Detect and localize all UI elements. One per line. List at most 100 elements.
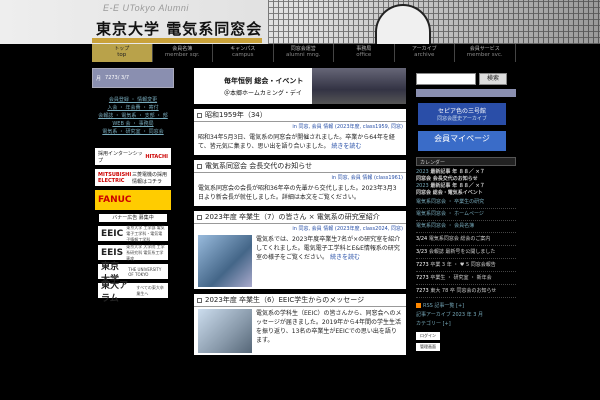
nav-top[interactable]: トップ top — [92, 44, 153, 62]
sepia-archive-banner[interactable]: セピア色の三号館 同窓会歴史アーカイブ — [418, 103, 506, 125]
recent-post-date: 2023 — [416, 183, 429, 189]
post-bullet-icon — [197, 112, 202, 118]
right-link[interactable]: 電気系同窓会 ・ ホームページ — [416, 209, 516, 221]
category-link[interactable]: カテゴリー [+] — [416, 320, 516, 329]
post-body: 昭和34年5月3日、電気系の同窓会が開催されました。卒業から64年を経て、皆元気… — [194, 131, 406, 155]
building-illustration — [268, 0, 600, 44]
nav-sub-label: alumni mng. — [285, 52, 321, 58]
post: 昭和1959年（34） in 同窓, 会員 情報 (2023年度, class1… — [194, 109, 406, 155]
left-link[interactable]: 入会 ・ 年会費 ・ 寄付 — [94, 104, 172, 112]
post-body: 電気系では、2023年度卒業生7名が×の研究室を紹介してくれました。電気電子工学… — [256, 235, 402, 287]
header-subtitle: E-E UTokyo Alumni — [103, 3, 189, 13]
mitsubishi-banner[interactable]: MITSUBISHI ELECTRIC 三菱電機の採用情報はコチラ — [95, 169, 171, 186]
post-meta[interactable]: in 同窓, 会員 情報 (2023年度, class1959, 同窓) — [194, 122, 406, 131]
event-photo — [312, 68, 406, 104]
nav-archive[interactable]: アーカイブ archive — [395, 44, 455, 62]
news-item[interactable]: 7273 東大 78 卒 同窓会のお知らせ — [416, 285, 516, 298]
logo-sub: すべての東大卒業生へ — [136, 284, 164, 296]
news-date: 3/23 — [416, 249, 428, 255]
fanuc-banner[interactable]: FANUC — [95, 190, 171, 210]
post-title-text: 2023年度 卒業生（7）の皆さん × 電気系の研究室紹介 — [205, 213, 380, 221]
recent-post-item[interactable]: 同窓会 会長交代のお知らせ — [416, 176, 516, 183]
left-link[interactable]: 会員登録 ・ 情報変更 — [94, 96, 172, 104]
right-link[interactable]: 電気系同窓会 ・ 卒業生の研究 — [416, 197, 516, 209]
logo-name: EEIC — [101, 228, 124, 239]
hitachi-banner[interactable]: 採用インターンシップ HITACHI — [95, 148, 171, 165]
post-meta[interactable]: in 同窓, 会員 情報 (class1961) — [194, 173, 406, 182]
left-link[interactable]: WEB 会 ・ 事務局 — [94, 120, 172, 128]
eeic-logo-link[interactable]: EEIC 東京大学 工学部 電気電子工学科・電気電子情報工学科 — [98, 224, 168, 242]
post-thumbnail[interactable] — [198, 235, 252, 287]
post-title[interactable]: 2023年度 卒業生（7）の皆さん × 電気系の研究室紹介 — [194, 211, 406, 224]
recent-post-text: 同窓会 総会・電気系イベント — [416, 190, 483, 196]
logo-sub: 東京大学 工学部 電気電子工学科・電気電子情報工学科 — [126, 224, 165, 242]
nav-campus[interactable]: キャンパス campus — [213, 44, 274, 62]
nav-sub-label: campus — [231, 52, 254, 58]
member-mypage-banner[interactable]: 会員マイページ — [418, 131, 506, 151]
post-bullet-icon — [197, 297, 202, 303]
recent-post-item[interactable]: 2023 最新記事 年 ８８／ ×７ — [416, 183, 516, 190]
news-item[interactable]: 3/23 会報誌 最新号を公開しました — [416, 246, 516, 259]
nav-label: トップ — [114, 46, 130, 52]
news-item[interactable]: 7273 卒業生 ・ 研究室 ・ 新年会 — [416, 272, 516, 285]
right-link[interactable]: 電気系同窓会 ・ 会員名簿 — [416, 221, 516, 233]
post-body: 電気系の学科生（EEIC）の皆さんから、同窓会へのメッセージが届きました。201… — [256, 310, 402, 344]
event-banner[interactable]: 毎年恒例 総会・イベント ＠本郷ホームカミング・デイ — [194, 68, 406, 104]
news-text: 卒業生 ・ 研究室 ・ 新年会 — [430, 275, 492, 281]
site-title[interactable]: 東京大学 電気系同窓会 — [96, 18, 262, 39]
rss-link[interactable]: RSS 記事一覧 [+] — [416, 302, 516, 311]
recent-post-date: 2023 — [416, 169, 429, 175]
recent-post-item[interactable]: 同窓会 総会・電気系イベント — [416, 190, 516, 197]
nav-label: 同窓会運営 — [290, 46, 316, 52]
login-widget[interactable]: ログイン — [416, 332, 440, 340]
left-links: 会員登録 ・ 情報変更 入会 ・ 年会費 ・ 寄付 会報誌 ・ 電気系 ・ 支部… — [92, 88, 174, 144]
nav-alumni-mng[interactable]: 同窓会運営 alumni mng. — [274, 44, 334, 62]
right-divider-bar — [416, 89, 516, 97]
search-button[interactable]: 検索 — [479, 73, 507, 85]
right-sidebar: 検索 セピア色の三号館 同窓会歴史アーカイブ 会員マイページ カレンダー 202… — [416, 68, 516, 400]
calendar-heading: カレンダー — [416, 157, 516, 166]
search-input[interactable] — [416, 73, 476, 85]
news-date: 7273 — [416, 275, 429, 281]
post-title[interactable]: 電気系同窓会 会長交代のお知らせ — [194, 160, 406, 173]
recent-post-text: 最新記事 年 ８８／ ×７ — [430, 169, 485, 175]
rss-icon — [416, 303, 421, 308]
post-body: 電気系同窓会の会長が昭和36年卒の先輩から交代しました。2023年3月3日より新… — [198, 185, 397, 201]
logo-name: 東大アラム — [101, 280, 129, 304]
news-text: 卒業 3 年 ・ ♥ 5 同窓会報告 — [430, 262, 496, 268]
event-line2: ＠本郷ホームカミング・デイ — [224, 90, 302, 97]
archive-link[interactable]: 記事アーカイブ 2023 年 3 月 — [416, 311, 516, 320]
nav-member-svc[interactable]: 会員サービス member svc. — [455, 44, 516, 62]
recent-post-item[interactable]: 2023 最新記事 年 ８８／ ×７ — [416, 169, 516, 176]
news-list: 3/24 電気系同窓会 総会のご案内 3/23 会報誌 最新号を公開しました 7… — [416, 233, 516, 298]
post-title-text: 2023年度 卒業生（6）EEIC学生からのメッセージ — [205, 296, 365, 304]
nav-label: キャンパス — [230, 46, 256, 52]
event-line1: 毎年恒例 総会・イベント — [224, 77, 304, 85]
read-more-link[interactable]: 続きを読む — [330, 254, 360, 261]
news-item[interactable]: 3/24 電気系同窓会 総会のご案内 — [416, 233, 516, 246]
main-nav: トップ top 会員名簿 member sqr. キャンパス campus 同窓会運営… — [92, 44, 516, 62]
recent-posts: 2023 最新記事 年 ８８／ ×７ 同窓会 会長交代のお知らせ 2023 最新… — [416, 169, 516, 197]
admin-widget[interactable]: 管理画面 — [416, 343, 440, 351]
left-link[interactable]: 電気系 ・ 研究室 ・ 同窓会 — [94, 128, 172, 136]
news-item[interactable]: 7273 卒業 3 年 ・ ♥ 5 同窓会報告 — [416, 259, 516, 272]
left-date-bar: 月 7273/ 3/7 — [92, 68, 174, 88]
banner-main-text: セピア色の三号館 — [437, 108, 486, 115]
nav-member-sqr[interactable]: 会員名簿 member sqr. — [153, 44, 213, 62]
post-content-with-image: 電気系の学科生（EEIC）の皆さんから、同窓会へのメッセージが届きました。201… — [194, 307, 406, 355]
news-date: 7273 — [416, 262, 429, 268]
banner-ad-label[interactable]: バナー広告 募集中 — [99, 214, 167, 222]
read-more-link[interactable]: 続きを読む — [331, 143, 361, 150]
search-form: 検索 — [416, 73, 516, 85]
post-title[interactable]: 昭和1959年（34） — [194, 109, 406, 122]
banner-brand: MITSUBISHI ELECTRIC — [98, 171, 132, 184]
post-title[interactable]: 2023年度 卒業生（6）EEIC学生からのメッセージ — [194, 294, 406, 307]
todai-alumni-logo-link[interactable]: 東大アラム すべての東大卒業生へ — [98, 281, 168, 304]
post-thumbnail[interactable] — [198, 309, 252, 353]
nav-office[interactable]: 事務局 office — [334, 44, 395, 62]
left-bar-item: 7273/ 3/7 — [105, 75, 130, 81]
left-bar-item: 月 — [96, 76, 102, 82]
post-meta[interactable]: in 同窓, 会員 情報 (2023年度, class2024, 同窓) — [194, 224, 406, 233]
post-title-text: 電気系同窓会 会長交代のお知らせ — [205, 162, 313, 170]
left-link[interactable]: 会報誌 ・ 電気系 ・ 支部 ・ 部 — [94, 112, 172, 120]
